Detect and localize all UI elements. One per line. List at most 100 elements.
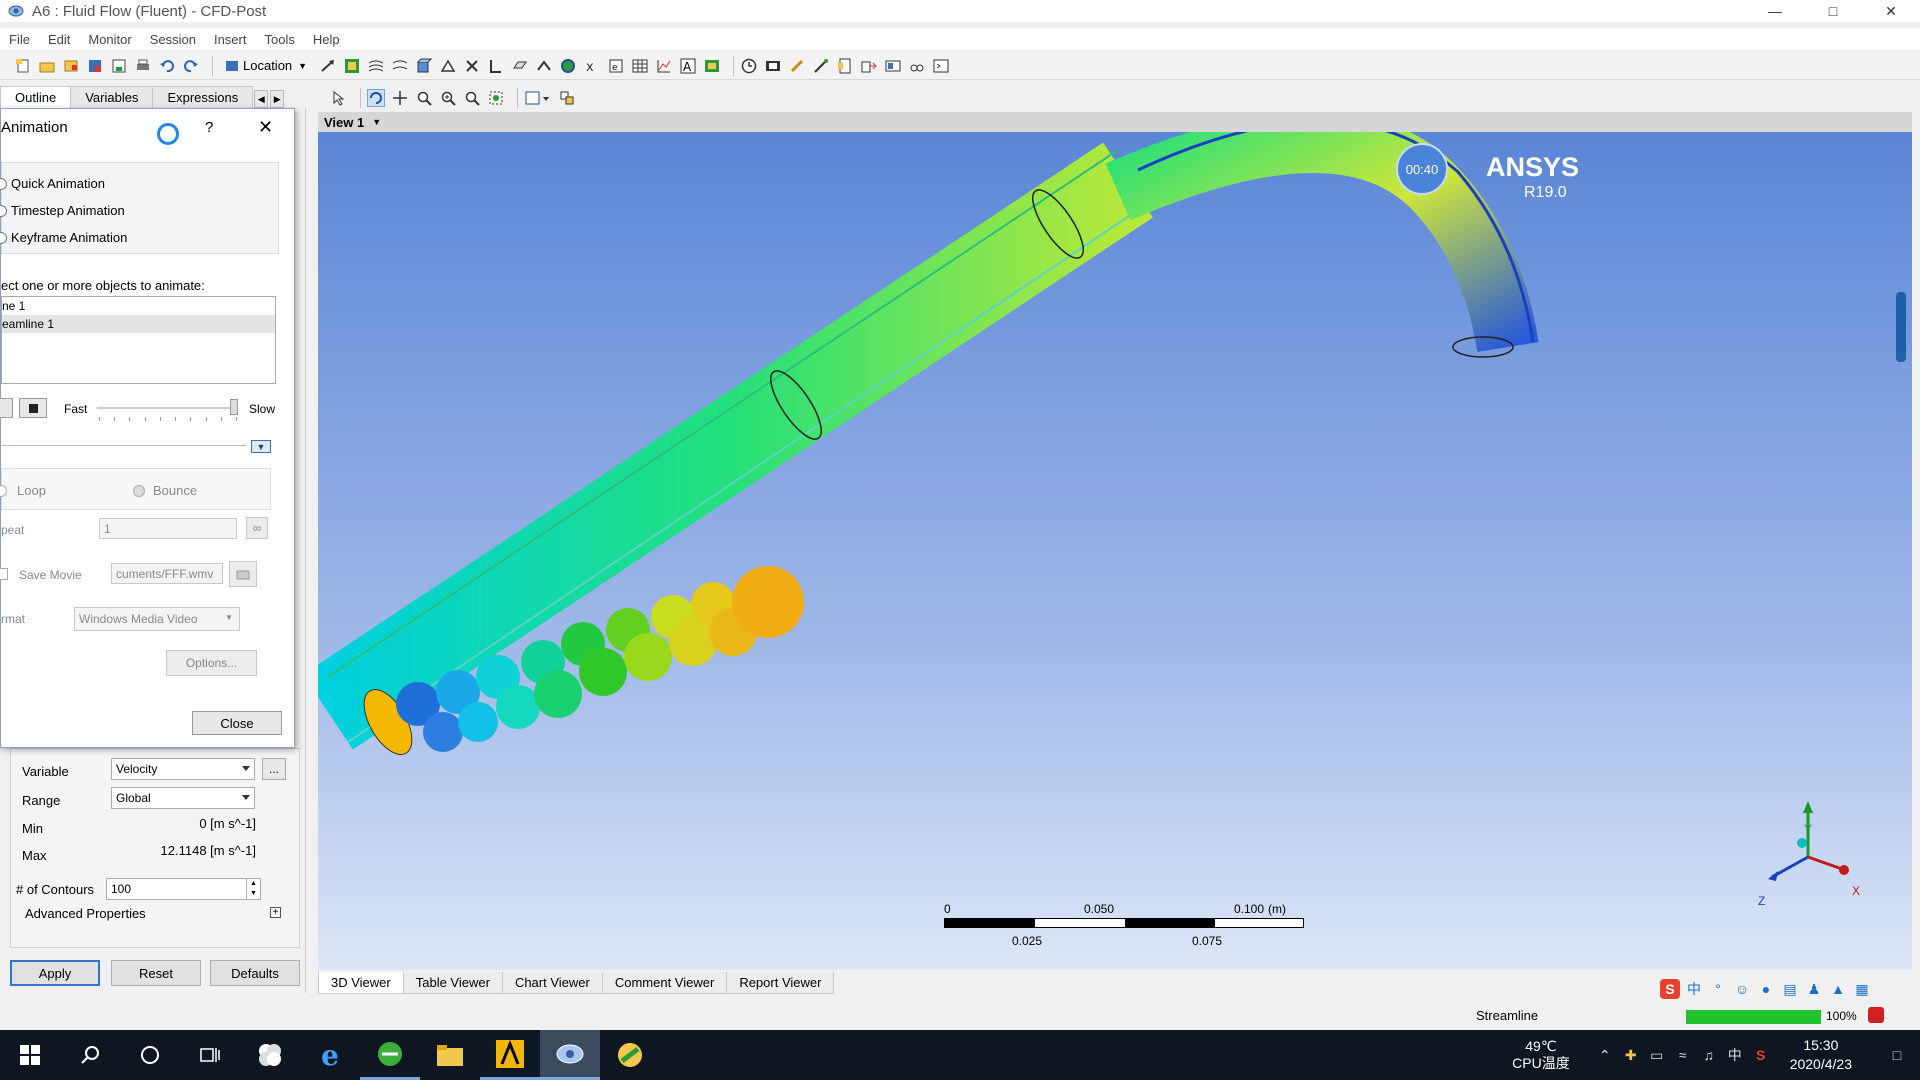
infinite-repeat-button[interactable]: ∞: [246, 517, 268, 539]
spinner-arrows-icon[interactable]: ▲ ▼: [246, 879, 260, 899]
pan-icon[interactable]: [391, 89, 409, 107]
play-button[interactable]: [0, 398, 13, 418]
expand-plus-icon[interactable]: +: [270, 907, 281, 918]
tab-variables[interactable]: Variables: [70, 86, 154, 108]
animate-objects-list[interactable]: ne 1 eamline 1: [1, 296, 276, 384]
view-selector[interactable]: View 1 ▼: [318, 112, 1912, 132]
menu-help[interactable]: Help: [304, 32, 349, 47]
report-icon[interactable]: [836, 57, 854, 75]
variable-more-button[interactable]: ...: [262, 758, 286, 780]
movie-path-input[interactable]: cuments/FFF.wmv: [111, 563, 223, 584]
sogou-logo-icon[interactable]: S: [1660, 979, 1680, 999]
green-yellow-app-icon[interactable]: [600, 1030, 660, 1080]
synchronize-icon[interactable]: [558, 89, 576, 107]
action-center-icon[interactable]: □: [1884, 1047, 1910, 1063]
plane-icon[interactable]: [511, 57, 529, 75]
zoom-icon[interactable]: [415, 89, 433, 107]
chart-icon[interactable]: [655, 57, 673, 75]
volume-render-icon[interactable]: [415, 57, 433, 75]
vector-icon[interactable]: [319, 57, 337, 75]
select-pointer-icon[interactable]: [330, 89, 348, 107]
ie-browser-icon[interactable]: e: [300, 1030, 360, 1080]
fit-view-icon[interactable]: [487, 89, 505, 107]
text-icon[interactable]: A: [679, 57, 697, 75]
mesh-calc-icon[interactable]: [908, 57, 926, 75]
reset-button[interactable]: Reset: [111, 960, 201, 986]
system-clock[interactable]: 15:30 2020/4/23: [1790, 1036, 1852, 1074]
menu-monitor[interactable]: Monitor: [79, 32, 140, 47]
ime-punctuation-icon[interactable]: °: [1708, 979, 1728, 999]
contours-input[interactable]: 100 ▲ ▼: [106, 878, 261, 900]
show-hidden-icons-chevron-icon[interactable]: ⌃: [1592, 1047, 1618, 1064]
menu-insert[interactable]: Insert: [205, 32, 256, 47]
cfd-post-taskbar-icon[interactable]: [540, 1030, 600, 1080]
open-folder-icon[interactable]: [38, 57, 56, 75]
tray-app-green-icon[interactable]: ✚: [1618, 1047, 1644, 1064]
search-icon[interactable]: [60, 1030, 120, 1080]
3d-viewport[interactable]: Y X Z 0 0.050 0.100 (m) 0.025 0.075: [318, 132, 1912, 970]
quick-edit-icon[interactable]: [788, 57, 806, 75]
contour-icon[interactable]: [343, 57, 361, 75]
tab-report-viewer[interactable]: Report Viewer: [726, 972, 835, 994]
expression-icon[interactable]: e: [607, 57, 625, 75]
interrupt-icon[interactable]: [1868, 1007, 1884, 1023]
tab-3d-viewer[interactable]: 3D Viewer: [318, 972, 404, 994]
save-icon[interactable]: [110, 57, 128, 75]
undo-icon[interactable]: [158, 57, 176, 75]
load-state-icon[interactable]: [62, 57, 80, 75]
apply-button[interactable]: Apply: [10, 960, 100, 986]
close-window-button[interactable]: ✕: [1862, 0, 1920, 22]
task-view-icon[interactable]: [180, 1030, 240, 1080]
ime-skin-icon[interactable]: ▲: [1828, 979, 1848, 999]
help-button[interactable]: ?: [205, 119, 213, 136]
sphere-icon[interactable]: [559, 57, 577, 75]
timestep-clock-icon[interactable]: [740, 57, 758, 75]
animation-film-icon[interactable]: [764, 57, 782, 75]
options-button[interactable]: Options...: [166, 650, 257, 676]
figure-icon[interactable]: [703, 57, 721, 75]
tab-expressions[interactable]: Expressions: [152, 86, 254, 108]
range-select[interactable]: Global: [111, 787, 255, 809]
new-file-icon[interactable]: [14, 57, 32, 75]
probe-icon[interactable]: [812, 57, 830, 75]
isosurface-icon[interactable]: [439, 57, 457, 75]
file-explorer-icon[interactable]: [420, 1030, 480, 1080]
battery-icon[interactable]: ▭: [1644, 1047, 1670, 1064]
maximize-button[interactable]: □: [1804, 0, 1862, 22]
ime-emoji-icon[interactable]: ☺: [1732, 979, 1752, 999]
location-button[interactable]: Location ▼: [219, 56, 313, 76]
zoom-fit-icon[interactable]: [463, 89, 481, 107]
pinwheel-app-icon[interactable]: [240, 1030, 300, 1080]
tab-scroll-left-icon[interactable]: ◀: [254, 90, 269, 108]
tab-scroll-right-icon[interactable]: ▶: [270, 90, 285, 108]
ime-microphone-icon[interactable]: ●: [1756, 979, 1776, 999]
menu-file[interactable]: File: [0, 32, 39, 47]
cortana-icon[interactable]: [120, 1030, 180, 1080]
redo-icon[interactable]: [182, 57, 200, 75]
ime-keyboard-icon[interactable]: ▤: [1780, 979, 1800, 999]
quick-animation-radio[interactable]: Quick Animation: [0, 176, 105, 191]
timestep-animation-radio[interactable]: Timestep Animation: [0, 203, 125, 218]
repeat-input[interactable]: 1: [99, 518, 237, 539]
ime-grid-icon[interactable]: ▦: [1852, 979, 1872, 999]
variable-select[interactable]: Velocity: [111, 758, 255, 780]
ansys-workbench-icon[interactable]: [480, 1030, 540, 1080]
windows-start-icon[interactable]: [0, 1030, 60, 1080]
list-item[interactable]: ne 1: [2, 297, 275, 315]
particle-track-icon[interactable]: [391, 57, 409, 75]
surface-group-icon[interactable]: [535, 57, 553, 75]
print-icon[interactable]: [134, 57, 152, 75]
sogou-tray-icon[interactable]: S: [1748, 1047, 1774, 1063]
viewport-scroll-handle[interactable]: [1896, 292, 1906, 362]
menu-tools[interactable]: Tools: [255, 32, 303, 47]
tab-chart-viewer[interactable]: Chart Viewer: [501, 972, 603, 994]
menu-edit[interactable]: Edit: [39, 32, 79, 47]
ime-user-icon[interactable]: ♟: [1804, 979, 1824, 999]
ime-chinese-mode[interactable]: 中: [1684, 979, 1704, 999]
loop-radio[interactable]: Loop: [0, 483, 46, 498]
viewport-layout-icon[interactable]: [524, 89, 552, 107]
save-movie-checkbox[interactable]: [0, 568, 8, 580]
dialog-close-button[interactable]: Close: [192, 711, 282, 735]
variable-icon[interactable]: x: [583, 57, 601, 75]
stop-button[interactable]: [19, 398, 47, 418]
